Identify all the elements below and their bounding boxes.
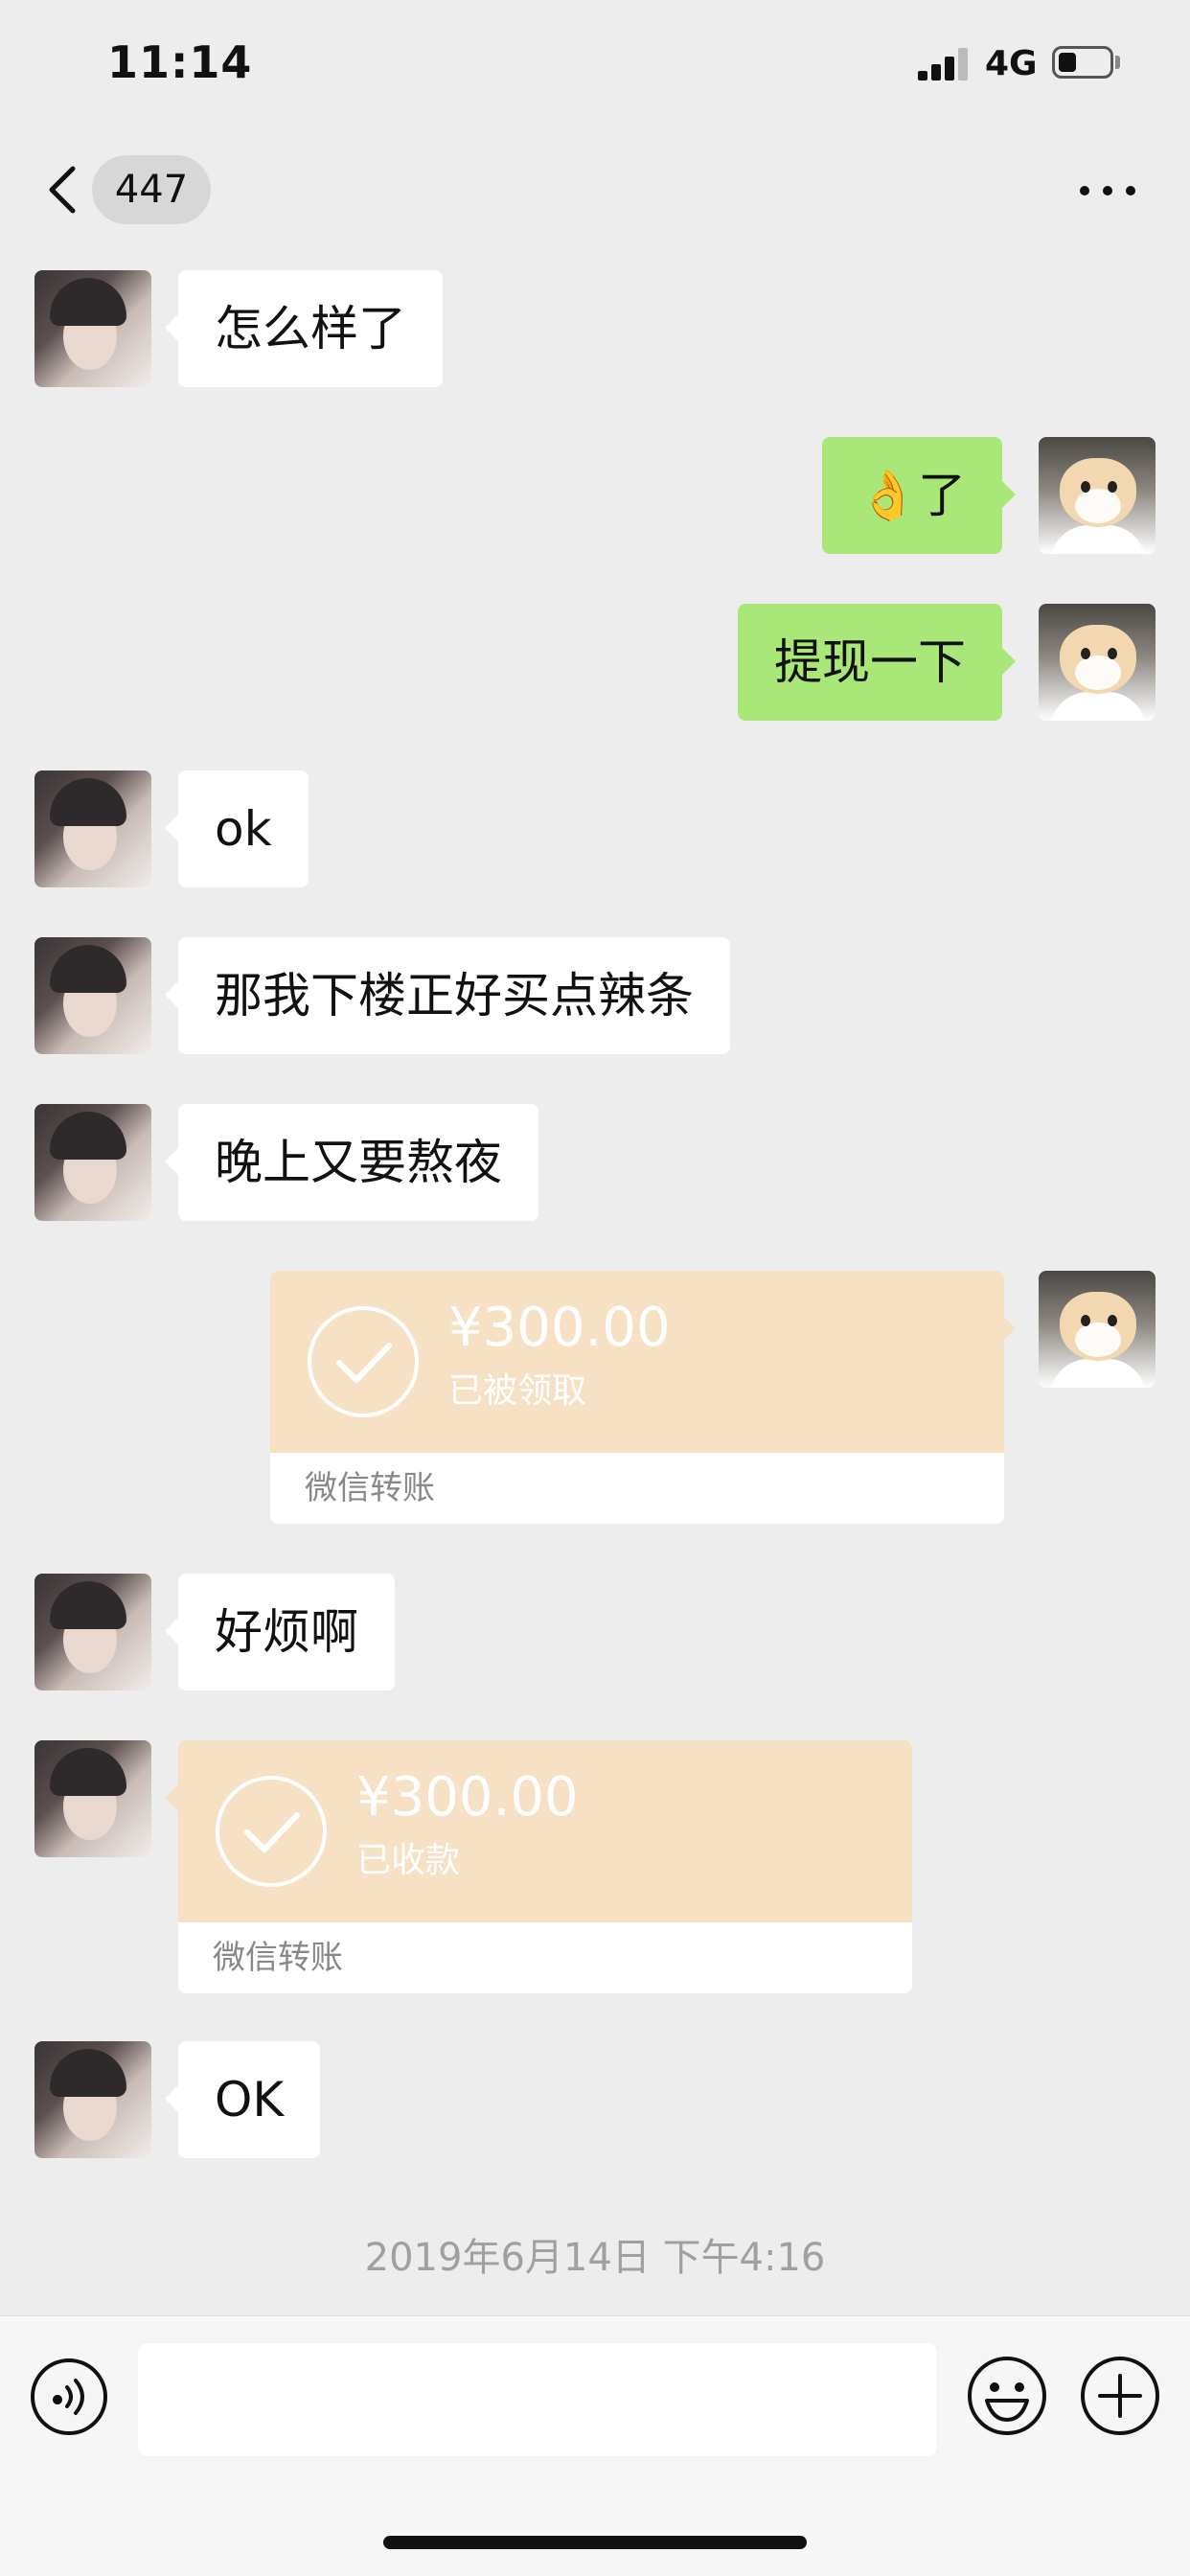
my-avatar[interactable]: [1039, 604, 1156, 721]
transfer-amount: ¥300.00: [356, 1766, 579, 1828]
contact-avatar[interactable]: [34, 2041, 151, 2158]
transfer-label: 微信转账: [305, 1469, 435, 1507]
battery-icon: [1052, 46, 1113, 79]
transfer-amount: ¥300.00: [448, 1297, 671, 1359]
battery-fill: [1059, 53, 1076, 72]
message-text: OK: [215, 2072, 285, 2128]
message-text: ok: [215, 801, 272, 857]
ok-hand-emoji: 👌: [858, 468, 918, 523]
battery-cap: [1115, 56, 1120, 69]
transfer-card-sent[interactable]: ¥300.00 已被领取 微信转账: [270, 1271, 1004, 1524]
message-text: 怎么样了: [215, 301, 406, 356]
transfer-status: 已收款: [356, 1841, 461, 1880]
transfer-label: 微信转账: [213, 1939, 343, 1977]
contact-avatar[interactable]: [34, 770, 151, 887]
chat-timestamp: 2019年6月14日 下午4:16: [364, 2236, 826, 2280]
transfer-tail: [165, 1784, 178, 1811]
contact-avatar[interactable]: [34, 937, 151, 1054]
message-text: 提现一下: [774, 634, 966, 690]
my-avatar[interactable]: [1039, 437, 1156, 554]
signal-strength-icon: [918, 48, 972, 80]
emoji-icon[interactable]: [966, 2355, 1048, 2437]
contact-avatar[interactable]: [34, 1574, 151, 1690]
contact-avatar[interactable]: [34, 1104, 151, 1221]
transfer-tail: [1002, 1315, 1016, 1342]
check-circle-icon: [216, 1776, 327, 1887]
received-message-bubble[interactable]: 怎么样了: [165, 270, 443, 387]
more-dots-icon[interactable]: [1077, 176, 1138, 205]
chevron-left-icon[interactable]: [36, 163, 90, 217]
my-avatar[interactable]: [1039, 1271, 1156, 1388]
chat-nav-bar: 447: [0, 134, 1190, 245]
message-input[interactable]: [138, 2343, 937, 2456]
plus-icon[interactable]: [1079, 2355, 1161, 2437]
status-bar: 11:14 4G: [0, 0, 1190, 125]
transfer-card-received[interactable]: ¥300.00 已收款 微信转账: [178, 1740, 912, 1993]
received-message-bubble[interactable]: 好烦啊: [165, 1574, 395, 1690]
received-message-bubble[interactable]: 晚上又要熬夜: [165, 1104, 538, 1221]
unread-count-badge[interactable]: 447: [92, 155, 211, 224]
contact-avatar[interactable]: [34, 270, 151, 387]
contact-avatar[interactable]: [34, 1740, 151, 1857]
sent-message-bubble[interactable]: 提现一下: [738, 604, 1016, 721]
message-text: 好烦啊: [215, 1604, 358, 1660]
voice-icon[interactable]: [29, 2357, 109, 2437]
status-time: 11:14: [107, 36, 253, 88]
check-circle-icon: [308, 1306, 419, 1417]
received-message-bubble[interactable]: 那我下楼正好买点辣条: [165, 937, 730, 1054]
sent-message-bubble[interactable]: 👌了: [821, 437, 1017, 554]
received-message-bubble[interactable]: ok: [165, 770, 309, 887]
transfer-status: 已被领取: [448, 1371, 587, 1411]
message-text: 晚上又要熬夜: [215, 1135, 502, 1190]
network-type: 4G: [985, 44, 1038, 83]
received-message-bubble[interactable]: OK: [164, 2041, 321, 2158]
home-indicator: [383, 2536, 807, 2549]
message-text: 了: [918, 468, 966, 523]
message-text: 那我下楼正好买点辣条: [215, 968, 694, 1024]
